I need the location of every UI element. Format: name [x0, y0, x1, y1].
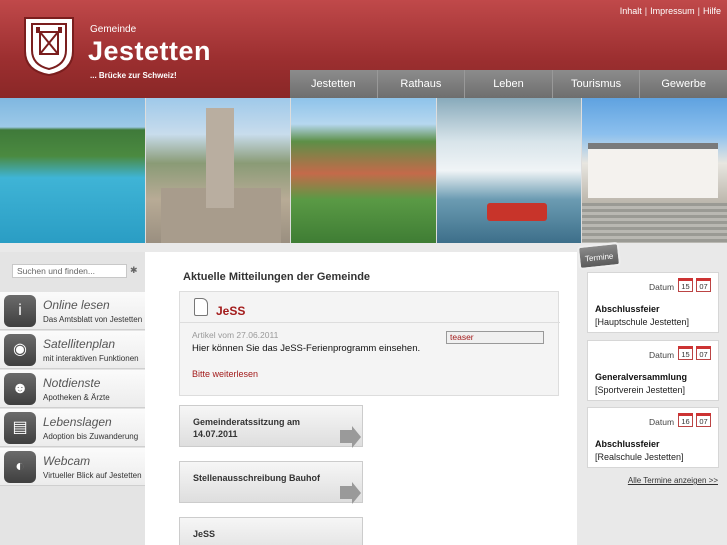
event-card[interactable]: Datum 15 07 Abschlussfeier [Hauptschule … [587, 272, 719, 333]
left-sidebar: Suchen und finden... ✱ i Online lesen Da… [0, 252, 145, 545]
event-organizer: [Realschule Jestetten] [595, 452, 684, 462]
sidebar-item-subtitle: mit interaktiven Funktionen [43, 354, 139, 363]
calendar-month-icon: 07 [696, 278, 711, 292]
arrow-right-icon [340, 482, 361, 504]
event-organizer: [Hauptschule Jestetten] [595, 317, 690, 327]
document-icon [194, 298, 208, 316]
brand-name[interactable]: Jestetten [88, 36, 211, 67]
sidebar-item-subtitle: Das Amtsblatt von Jestetten [43, 315, 143, 324]
read-more-link[interactable]: Bitte weiterlesen [192, 369, 258, 379]
search-input[interactable]: Suchen und finden... [12, 264, 127, 278]
date-label: Datum [649, 350, 675, 360]
doctor-icon: ☻ [4, 373, 36, 405]
nav-item-gewerbe[interactable]: Gewerbe [639, 70, 727, 98]
calendar-month-icon: 07 [696, 413, 711, 427]
news-date: Artikel vom 27.06.2011 [192, 330, 279, 340]
photo-village [291, 98, 436, 243]
calendar-month-icon: 07 [696, 346, 711, 360]
photo-strip [0, 98, 727, 243]
sidebar-item-online-lesen[interactable]: i Online lesen Das Amtsblatt von Jestett… [0, 292, 145, 330]
sidebar-item-webcam[interactable]: ◐ Webcam Virtueller Blick auf Jestetten [0, 448, 145, 486]
fountain-column [205, 108, 234, 208]
event-name: Abschlussfeier [595, 439, 660, 449]
globe-icon: ◉ [4, 334, 36, 366]
nav-item-jestetten[interactable]: Jestetten [290, 70, 377, 98]
town-hall-building [588, 143, 719, 198]
meta-link-inhalt[interactable]: Inhalt [620, 6, 642, 16]
date-label: Datum [649, 282, 675, 292]
event-name: Abschlussfeier [595, 304, 660, 314]
calendar-day-icon: 15 [678, 278, 693, 292]
news-text: Hier können Sie das JeSS-Ferienprogramm … [192, 343, 421, 354]
sidebar-item-satellitenplan[interactable]: ◉ Satellitenplan mit interaktiven Funkti… [0, 331, 145, 369]
separator: | [644, 6, 648, 16]
page-title: Aktuelle Mitteilungen der Gemeinde [183, 271, 371, 283]
news-title[interactable]: JeSS [216, 304, 245, 318]
news-tile[interactable]: Gemeinderatssitzung am 14.07.2011 [179, 405, 363, 448]
news-tile[interactable]: Stellenausschreibung Bauhof [179, 461, 363, 504]
sidebar-item-lebenslagen[interactable]: ▤ Lebenslagen Adoption bis Zuwanderung [0, 409, 145, 447]
arrow-right-icon [340, 426, 361, 448]
event-name: Generalversammlung [595, 372, 688, 382]
news-tile-label: JeSS [193, 529, 216, 539]
nav-item-tourismus[interactable]: Tourismus [551, 70, 640, 98]
folder-icon: ▤ [4, 412, 36, 444]
info-icon: i [4, 295, 36, 327]
event-organizer: [Sportverein Jestetten] [595, 385, 686, 395]
separator: | [697, 6, 700, 16]
news-tile[interactable]: JeSS [179, 517, 363, 545]
meta-links: Inhalt | Impressum | Hilfe [620, 6, 721, 16]
boat-shape [486, 203, 547, 221]
brand-prefix: Gemeinde [90, 24, 137, 35]
teaser-field[interactable]: teaser [446, 331, 544, 344]
site-header: Gemeinde Jestetten ... Brücke zur Schwei… [0, 0, 727, 98]
meta-link-hilfe[interactable]: Hilfe [703, 6, 721, 16]
coat-of-arms-logo[interactable] [22, 15, 76, 77]
brand-tagline: ... Brücke zur Schweiz! [90, 71, 177, 80]
town-hall-steps [582, 203, 727, 243]
all-events-link[interactable]: Alle Termine anzeigen >> [628, 476, 718, 485]
sidebar-item-subtitle: Virtueller Blick auf Jestetten [43, 471, 142, 480]
news-featured: JeSS Artikel vom 27.06.2011 Hier können … [179, 291, 560, 396]
news-tile-label: Gemeinderatssitzung am 14.07.2011 [193, 417, 301, 439]
date-label: Datum [649, 417, 675, 427]
sidebar-item-subtitle: Apotheken & Ärzte [43, 393, 110, 402]
divider [180, 322, 560, 323]
sidebar-item-title: Webcam [43, 454, 91, 468]
sidebar-item-title: Online lesen [43, 298, 110, 312]
sidebar-item-subtitle: Adoption bis Zuwanderung [43, 432, 139, 441]
news-tile-label: Stellenausschreibung Bauhof [193, 473, 321, 483]
nav-item-rathaus[interactable]: Rathaus [376, 70, 465, 98]
sidebar-item-title: Satellitenplan [43, 337, 116, 351]
meta-link-impressum[interactable]: Impressum [650, 6, 695, 16]
webcam-icon: ◐ [4, 451, 36, 483]
sidebar-item-notdienste[interactable]: ☻ Notdienste Apotheken & Ärzte [0, 370, 145, 408]
calendar-day-icon: 15 [678, 346, 693, 360]
photo-swimming-pool [0, 98, 145, 243]
photo-town-hall [582, 98, 727, 243]
termine-badge[interactable]: Termine [576, 241, 622, 271]
events-panel: Termine Datum 15 07 Abschlussfeier [Haup… [576, 241, 727, 545]
event-card[interactable]: Datum 16 07 Abschlussfeier [Realschule J… [587, 407, 719, 468]
main-content: Aktuelle Mitteilungen der Gemeinde JeSS … [145, 252, 577, 545]
event-card[interactable]: Datum 15 07 Generalversammlung [Sportver… [587, 340, 719, 401]
photo-fountain [145, 98, 291, 243]
photo-rhine-falls [436, 98, 582, 243]
sidebar-item-title: Lebenslagen [43, 415, 112, 429]
sidebar-item-title: Notdienste [43, 376, 101, 390]
calendar-day-icon: 16 [678, 413, 693, 427]
search-icon[interactable]: ✱ [130, 265, 138, 276]
main-navigation: Jestetten Rathaus Leben Tourismus Gewerb… [290, 70, 727, 98]
nav-item-leben[interactable]: Leben [464, 70, 552, 98]
